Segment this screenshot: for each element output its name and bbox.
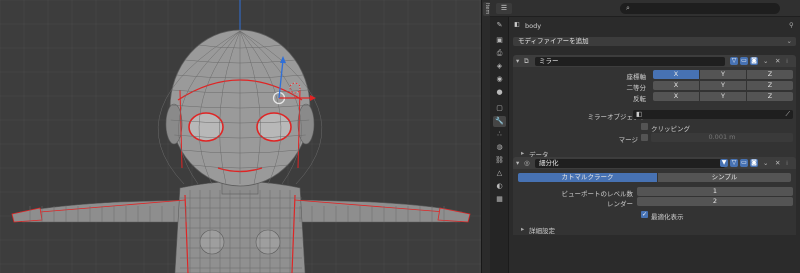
flip-label: 反転	[633, 95, 646, 103]
3d-viewport[interactable]	[0, 0, 481, 273]
axis-y-toggle[interactable]: Y	[700, 70, 746, 79]
properties-editor: ☰ ⌕ ✎ ▣ ⎙ ◈ ◉ ● ▢ 🔧 ∴ ◍ ⛓ △ ◐ ▦ ◧ body ⚲…	[490, 0, 800, 273]
properties-tabs: ✎ ▣ ⎙ ◈ ◉ ● ▢ 🔧 ∴ ◍ ⛓ △ ◐ ▦	[490, 17, 509, 273]
mirror-modifier-icon: ⧉	[524, 57, 529, 65]
flip-x-toggle[interactable]: X	[653, 92, 699, 101]
viewport-levels-field[interactable]: 1	[637, 187, 793, 196]
scene-icon[interactable]: ◉	[493, 74, 506, 85]
advanced-subpanel-label[interactable]: 詳細設定	[529, 225, 555, 235]
pin-icon[interactable]: ⚲	[789, 21, 794, 29]
bisect-x-toggle[interactable]: X	[653, 81, 699, 90]
clipping-label: クリッピング	[651, 125, 690, 133]
tab-catmull-clark[interactable]: カトマルクラーク	[518, 173, 657, 182]
data-icon[interactable]: △	[493, 168, 506, 179]
mirror-name: ミラー	[539, 56, 559, 65]
physics-icon[interactable]: ◍	[493, 142, 506, 153]
render-levels-label: レンダー	[607, 200, 633, 208]
subdivision-name-field[interactable]: 細分化	[535, 158, 725, 168]
editor-type-button[interactable]: ☰	[496, 3, 512, 14]
viewport-canvas[interactable]	[0, 0, 481, 273]
edit-mode-icon[interactable]: ▽	[730, 159, 738, 167]
add-modifier-dropdown[interactable]: モディファイアーを追加 ⌄	[513, 37, 796, 46]
merge-label: マージ	[618, 136, 638, 144]
bisect-y-toggle[interactable]: Y	[700, 81, 746, 90]
render-camera-icon[interactable]: ◙	[750, 159, 758, 167]
drag-handle-icon[interactable]: ⁞	[786, 57, 788, 65]
subdivision-modifier-body: カトマルクラーク シンプル ビューポートのレベル数 1 レンダー 2 ✓ 最適化…	[513, 169, 796, 235]
object-icon: ◧	[636, 110, 643, 118]
merge-checkbox[interactable]	[641, 134, 648, 141]
modifier-panel: ◧ body ⚲ モディファイアーを追加 ⌄ ▾ ⧉ ミラー ▽ ▭ ◙ ⌄ ✕…	[509, 17, 800, 273]
search-icon: ⌕	[626, 4, 630, 12]
on-cage-icon[interactable]: ▼	[720, 159, 728, 167]
chevron-down-icon[interactable]: ▾	[516, 159, 519, 167]
bisect-z-toggle[interactable]: Z	[747, 81, 793, 90]
mirror-modifier-body: 座標軸 X Y Z 二等分 X Y Z 反転 X Y Z ミラーオブジェクト ◧…	[513, 67, 796, 159]
axis-label: 座標軸	[626, 73, 647, 81]
tool-icon[interactable]: ✎	[493, 20, 506, 31]
mirror-object-field[interactable]: ◧ ⟋	[633, 110, 793, 119]
texture-icon[interactable]: ▦	[493, 194, 506, 205]
subdivision-name: 細分化	[539, 158, 559, 167]
modifier-wrench-icon[interactable]: 🔧	[493, 116, 506, 127]
clipping-checkbox[interactable]	[641, 123, 648, 130]
eyedropper-icon[interactable]: ⟋	[785, 110, 790, 119]
viewport-display-icon[interactable]: ▭	[740, 159, 748, 167]
chevron-down-icon: ⌄	[786, 37, 792, 45]
optimal-display-checkbox[interactable]: ✓	[641, 211, 648, 218]
chevron-right-icon[interactable]: ▸	[521, 225, 524, 233]
add-modifier-label: モディファイアーを追加	[518, 37, 589, 45]
dropdown-icon[interactable]: ⌄	[763, 159, 768, 167]
dropdown-icon[interactable]: ⌄	[763, 57, 768, 65]
axis-z-toggle[interactable]: Z	[747, 70, 793, 79]
chevron-down-icon[interactable]: ▾	[516, 57, 519, 65]
render-icon[interactable]: ▣	[493, 35, 506, 46]
flip-z-toggle[interactable]: Z	[747, 92, 793, 101]
particles-icon[interactable]: ∴	[493, 129, 506, 140]
tab-item[interactable]: Item	[483, 2, 490, 16]
mirror-name-field[interactable]: ミラー	[535, 56, 725, 66]
bisect-label: 二等分	[626, 84, 647, 92]
render-camera-icon[interactable]: ◙	[750, 57, 758, 65]
viewport-sidebar-tabs: Item	[481, 0, 490, 273]
render-levels-field[interactable]: 2	[637, 197, 793, 206]
tab-simple[interactable]: シンプル	[658, 173, 791, 182]
world-icon[interactable]: ●	[493, 87, 506, 98]
merge-distance-field[interactable]: 0.001 m	[651, 133, 793, 142]
material-icon[interactable]: ◐	[493, 181, 506, 192]
constraints-icon[interactable]: ⛓	[493, 155, 506, 166]
flip-y-toggle[interactable]: Y	[700, 92, 746, 101]
subdivision-modifier-header[interactable]: ▾ ◎ 細分化 ▼ ▽ ▭ ◙ ⌄ ✕ ⁞	[513, 157, 796, 169]
close-icon[interactable]: ✕	[775, 159, 780, 167]
object-name: body	[525, 22, 542, 30]
optimal-display-label: 最適化表示	[651, 213, 684, 221]
edit-mode-icon[interactable]: ▽	[730, 57, 738, 65]
mirror-modifier-header[interactable]: ▾ ⧉ ミラー ▽ ▭ ◙ ⌄ ✕ ⁞	[513, 55, 796, 67]
mesh-object-icon: ◧	[514, 21, 520, 28]
axis-x-toggle[interactable]: X	[653, 70, 699, 79]
drag-handle-icon[interactable]: ⁞	[786, 159, 788, 167]
viewport-levels-label: ビューポートのレベル数	[561, 190, 634, 198]
object-icon[interactable]: ▢	[493, 103, 506, 114]
properties-header: ☰ ⌕	[490, 0, 800, 17]
view-layer-icon[interactable]: ◈	[493, 61, 506, 72]
subdivision-modifier-icon: ◎	[524, 159, 530, 167]
viewport-display-icon[interactable]: ▭	[740, 57, 748, 65]
close-icon[interactable]: ✕	[775, 57, 780, 65]
chevron-right-icon[interactable]: ▸	[521, 149, 524, 157]
character-mesh	[11, 29, 471, 273]
properties-search[interactable]: ⌕	[620, 3, 780, 14]
output-icon[interactable]: ⎙	[493, 48, 506, 59]
